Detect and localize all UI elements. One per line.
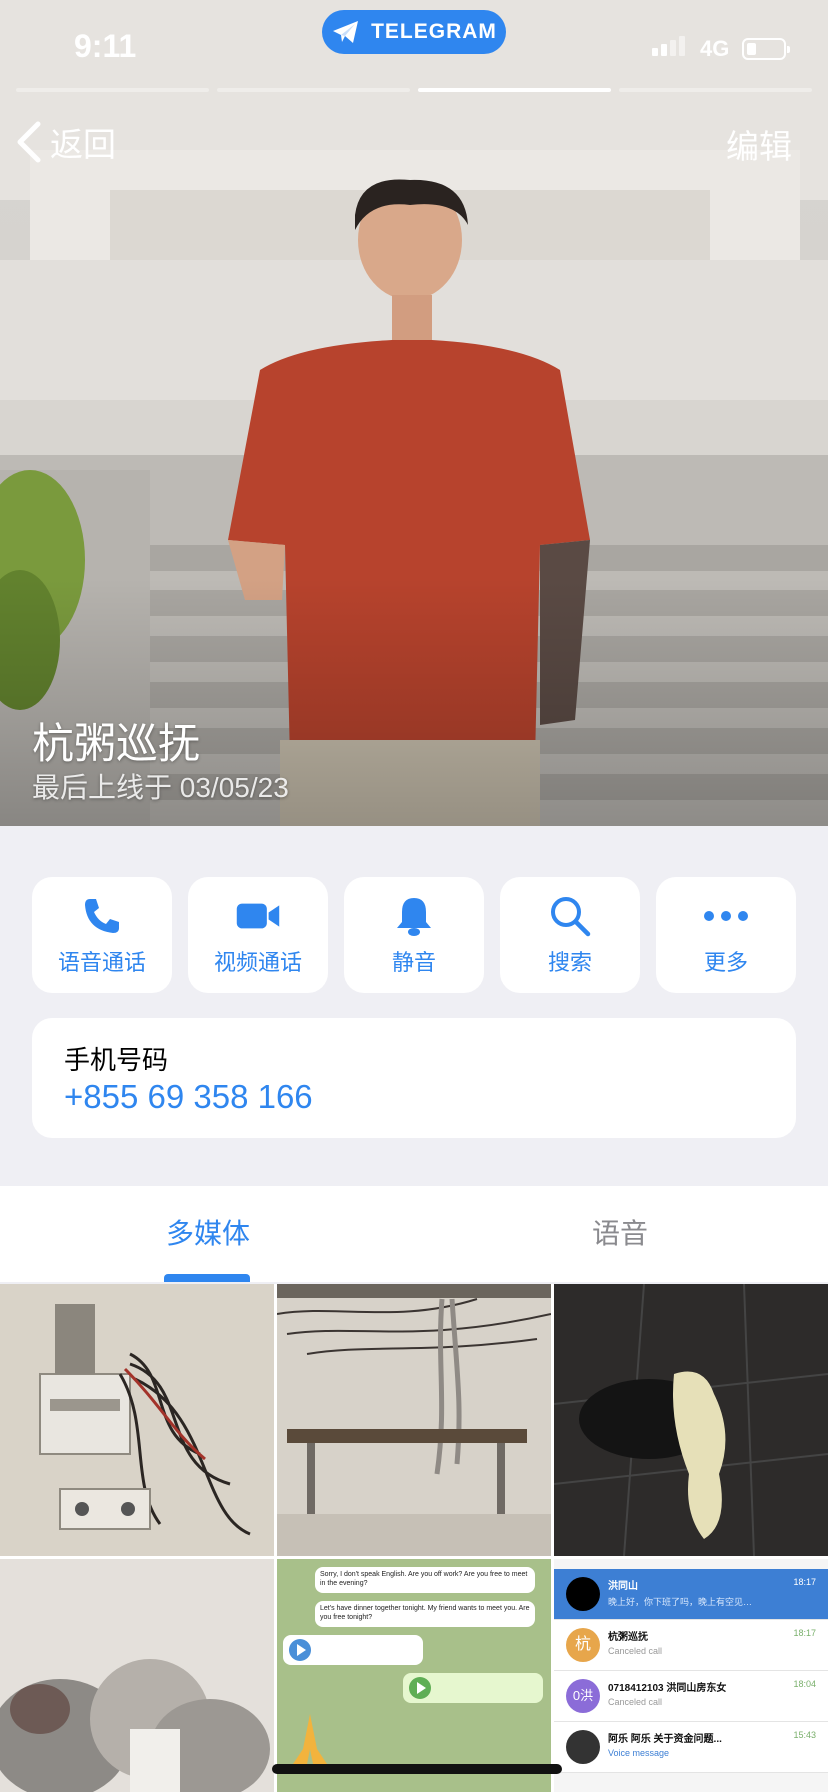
- more-button[interactable]: 更多: [656, 877, 796, 993]
- media-thumbnail[interactable]: [554, 1284, 828, 1556]
- chat-row-sub: 晚上好，你下班了吗，晚上有空见…: [608, 1597, 753, 1607]
- phone-icon: [79, 893, 125, 939]
- chevron-left-icon: [17, 121, 41, 163]
- chat-row: 0洪 0718412103 洪同山房东女 Canceled call 18:04: [554, 1671, 828, 1722]
- chat-row-name: 洪同山: [608, 1581, 638, 1592]
- video-icon: [235, 893, 281, 939]
- profile-photo-header[interactable]: 9:11 TELEGRAM 4G 返回 编辑 杭粥巡抚 最后上线于 03/05/…: [0, 0, 828, 826]
- chat-row: 杭 杭粥巡抚 Canceled call 18:17: [554, 1620, 828, 1671]
- avatar: 0洪: [566, 1679, 600, 1713]
- photo-pager: [16, 88, 812, 92]
- action-buttons: 语音通话 视频通话 静音 搜索 更多: [32, 877, 796, 993]
- more-label: 更多: [703, 950, 748, 975]
- media-thumbnail[interactable]: [0, 1559, 274, 1792]
- search-label: 搜索: [547, 950, 592, 975]
- chat-row-time: 18:17: [793, 1628, 816, 1638]
- edit-button[interactable]: 编辑: [726, 120, 792, 168]
- media-thumbnail-chat[interactable]: Sorry, I don't speak English. Are you of…: [277, 1559, 551, 1792]
- search-icon: [547, 893, 593, 939]
- voice-call-label: 语音通话: [57, 950, 146, 975]
- active-tab-indicator: [164, 1274, 250, 1282]
- media-thumbnail[interactable]: [277, 1284, 551, 1556]
- media-tabs: 多媒体 语音: [0, 1186, 828, 1282]
- chat-bubble: Sorry, I don't speak English. Are you of…: [315, 1567, 535, 1593]
- search-button[interactable]: 搜索: [500, 877, 640, 993]
- battery-icon: [742, 38, 790, 60]
- bell-icon: [391, 893, 437, 939]
- chat-row-sub: Voice message: [608, 1748, 670, 1758]
- tab-media[interactable]: 多媒体: [166, 1186, 250, 1282]
- chat-row-sub: Canceled call: [608, 1697, 663, 1707]
- status-bar: 9:11 TELEGRAM 4G: [0, 0, 828, 100]
- profile-name: 杭粥巡抚: [32, 720, 201, 767]
- chat-row-time: 18:17: [793, 1577, 816, 1587]
- chat-bubble: Let's have dinner together tonight. My f…: [315, 1601, 535, 1627]
- avatar: [566, 1577, 600, 1611]
- chat-row-name: 阿乐 阿乐 关于资金问题...: [608, 1734, 722, 1745]
- chat-row-name: 0718412103 洪同山房东女: [608, 1683, 727, 1694]
- telegram-pill[interactable]: TELEGRAM: [322, 10, 506, 54]
- tab-voice[interactable]: 语音: [592, 1186, 648, 1282]
- mute-button[interactable]: 静音: [344, 877, 484, 993]
- media-thumbnail[interactable]: [0, 1284, 274, 1556]
- photo-pager-bar: [619, 88, 812, 92]
- phone-number-card[interactable]: 手机号码 +855 69 358 166: [32, 1018, 796, 1138]
- video-call-label: 视频通话: [213, 950, 302, 975]
- status-time: 9:11: [74, 28, 137, 64]
- avatar: 杭: [566, 1628, 600, 1662]
- profile-photo: [0, 0, 828, 826]
- last-seen-status: 最后上线于 03/05/23: [32, 772, 289, 803]
- media-thumbnail-chatlist[interactable]: 洪同山 晚上好，你下班了吗，晚上有空见… 18:17 杭 杭粥巡抚 Cancel…: [554, 1559, 828, 1792]
- chat-row-name: 杭粥巡抚: [608, 1632, 648, 1643]
- chat-row: 洪同山 晚上好，你下班了吗，晚上有空见… 18:17: [554, 1569, 828, 1620]
- chat-row-sub: Canceled call: [608, 1646, 663, 1656]
- voice-message-bubble: [283, 1635, 423, 1665]
- telegram-pill-label: TELEGRAM: [371, 20, 497, 43]
- mute-label: 静音: [391, 950, 436, 975]
- photo-pager-bar: [217, 88, 410, 92]
- back-label: 返回: [50, 126, 116, 163]
- chat-row-time: 15:43: [793, 1730, 816, 1740]
- home-indicator[interactable]: [272, 1764, 562, 1774]
- avatar: [566, 1730, 600, 1764]
- signal-icon: [652, 36, 685, 56]
- voice-call-button[interactable]: 语音通话: [32, 877, 172, 993]
- phone-number-label: 手机号码: [64, 1045, 169, 1075]
- chat-row: 阿乐 阿乐 关于资金问题... Voice message 15:43: [554, 1722, 828, 1773]
- voice-message-bubble: [403, 1673, 543, 1703]
- more-icon: [703, 893, 749, 939]
- pray-hands-icon: [293, 1714, 327, 1764]
- back-button[interactable]: 返回: [14, 118, 116, 166]
- photo-pager-bar: [16, 88, 209, 92]
- battery-level: [747, 43, 756, 55]
- video-call-button[interactable]: 视频通话: [188, 877, 328, 993]
- media-grid: Sorry, I don't speak English. Are you of…: [0, 1284, 828, 1792]
- telegram-plane-icon: [333, 21, 359, 43]
- photo-pager-bar-active: [418, 88, 611, 92]
- chat-row-time: 18:04: [793, 1679, 816, 1689]
- network-type: 4G: [700, 36, 730, 61]
- phone-number-value[interactable]: +855 69 358 166: [64, 1078, 313, 1116]
